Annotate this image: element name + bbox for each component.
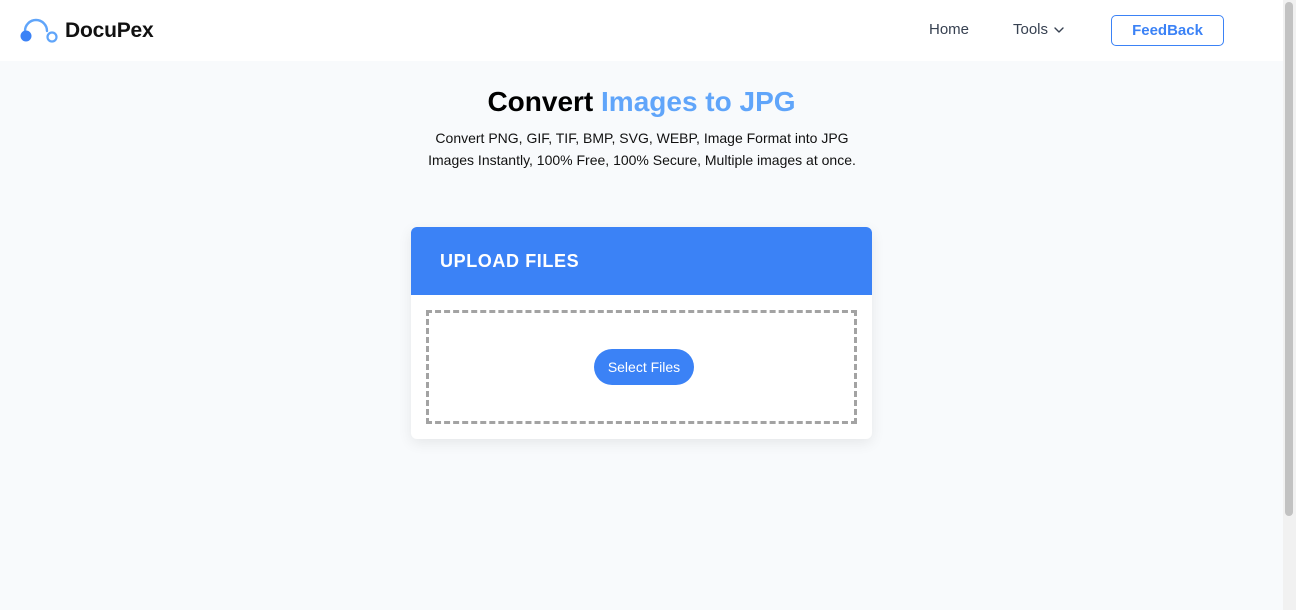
vertical-scrollbar[interactable] <box>1283 0 1296 610</box>
logo[interactable]: DocuPex <box>19 17 154 45</box>
title-accent: Images to JPG <box>601 86 796 117</box>
upload-card: UPLOAD FILES Select Files <box>411 227 872 439</box>
docupex-logo-icon <box>20 18 58 43</box>
upload-card-header: UPLOAD FILES <box>411 227 872 295</box>
title-prefix: Convert <box>487 86 594 117</box>
scrollbar-thumb[interactable] <box>1285 2 1293 516</box>
nav-tools-dropdown[interactable]: Tools <box>1013 21 1065 38</box>
feedback-button[interactable]: FeedBack <box>1111 15 1224 46</box>
select-files-button[interactable]: Select Files <box>594 349 694 385</box>
nav-home-link[interactable]: Home <box>929 21 969 38</box>
page: DocuPex Home Tools FeedBack Convert Imag… <box>0 0 1296 610</box>
upload-card-title: UPLOAD FILES <box>440 251 580 271</box>
file-drop-zone[interactable]: Select Files <box>426 310 857 424</box>
logo-text: DocuPex <box>65 19 154 42</box>
top-navbar: DocuPex Home Tools FeedBack <box>0 0 1283 61</box>
chevron-down-icon <box>1054 26 1064 33</box>
page-title: Convert Images to JPG <box>0 86 1283 118</box>
nav-tools-label: Tools <box>1013 21 1049 38</box>
page-subtitle: Convert PNG, GIF, TIF, BMP, SVG, WEBP, I… <box>428 130 856 168</box>
